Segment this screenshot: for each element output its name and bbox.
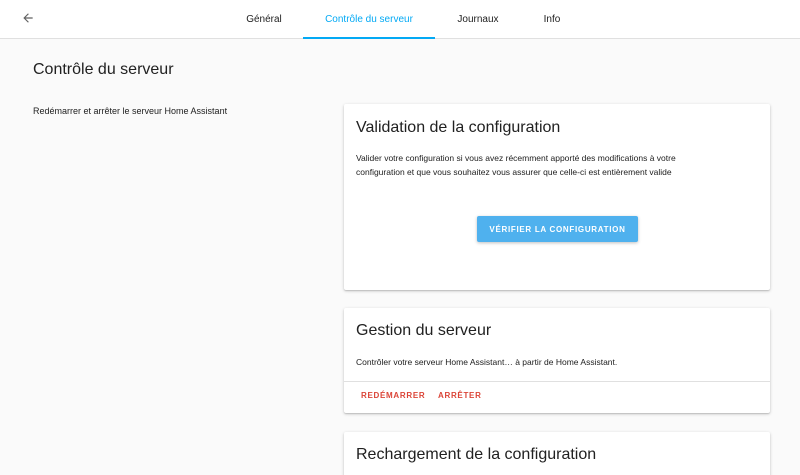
active-tab-indicator <box>303 37 435 39</box>
server-management-card: Gestion du serveur Contrôler votre serve… <box>344 308 770 413</box>
tab-logs-label: Journaux <box>457 13 499 25</box>
tab-server-control[interactable]: Contrôle du serveur <box>303 0 435 39</box>
page-title: Contrôle du serveur <box>33 61 174 78</box>
server-card-actions: REDÉMARRER ARRÊTER <box>344 381 770 413</box>
reload-config-card: Rechargement de la configuration <box>344 432 770 475</box>
stop-button[interactable]: ARRÊTER <box>438 391 482 400</box>
validation-card: Validation de la configuration Valider v… <box>344 104 770 290</box>
tab-server-control-label: Contrôle du serveur <box>325 13 413 25</box>
validation-card-text: Valider votre configuration si vous avez… <box>356 151 676 179</box>
reload-card-title: Rechargement de la configuration <box>356 446 597 463</box>
server-card-text: Contrôler votre serveur Home Assistant… … <box>356 357 618 367</box>
validation-text-line-2: configuration et que vous souhaitez vous… <box>356 167 672 177</box>
top-app-bar: Général Contrôle du serveur Journaux Inf… <box>0 0 800 39</box>
restart-button[interactable]: REDÉMARRER <box>361 391 425 400</box>
validation-text-line-1: Valider votre configuration si vous avez… <box>356 153 676 163</box>
tab-logs[interactable]: Journaux <box>437 0 519 38</box>
tab-info-label: Info <box>543 13 561 25</box>
tab-general-label: Général <box>246 13 282 25</box>
tab-info[interactable]: Info <box>521 0 583 38</box>
tab-general[interactable]: Général <box>226 0 302 38</box>
arrow-left-icon <box>23 13 33 23</box>
back-button[interactable] <box>14 6 42 30</box>
server-card-title: Gestion du serveur <box>356 322 492 339</box>
validation-card-title: Validation de la configuration <box>356 119 561 136</box>
check-config-button[interactable]: VÉRIFIER LA CONFIGURATION <box>477 216 638 242</box>
page-intro: Redémarrer et arrêter le serveur Home As… <box>33 106 228 116</box>
